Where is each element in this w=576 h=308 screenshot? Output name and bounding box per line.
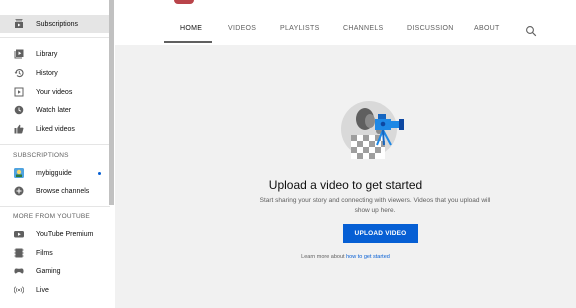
sidebar-item-label: Your videos — [36, 88, 73, 96]
upload-illustration — [339, 97, 419, 167]
new-content-dot — [98, 171, 101, 175]
sidebar-item-label: Liked videos — [36, 125, 75, 133]
tab-discussion[interactable]: DISCUSSION — [407, 25, 454, 32]
subscriptions-heading: SUBSCRIPTIONS — [13, 152, 69, 159]
tab-playlists[interactable]: PLAYLISTS — [280, 25, 320, 32]
thumbs-up-icon — [14, 124, 24, 134]
sidebar-scrollbar[interactable] — [109, 0, 114, 205]
tab-home[interactable]: HOME — [180, 25, 202, 32]
active-tab-indicator — [164, 41, 212, 43]
gaming-icon — [14, 266, 24, 276]
sidebar-item-films[interactable]: Films — [0, 244, 110, 262]
sidebar-item-label: mybigguide — [36, 169, 72, 177]
tab-channels[interactable]: CHANNELS — [343, 25, 384, 32]
sidebar-item-browse-channels[interactable]: Browse channels — [0, 182, 110, 200]
sidebar: Subscriptions Library History Your video… — [0, 0, 110, 308]
subscriptions-icon — [14, 19, 24, 29]
channel-avatar-edge — [174, 0, 194, 4]
add-circle-icon — [14, 186, 24, 196]
sidebar-item-label: Watch later — [36, 106, 72, 114]
sidebar-item-subscriptions[interactable]: Subscriptions — [0, 15, 110, 33]
tab-videos[interactable]: VIDEOS — [228, 25, 256, 32]
watch-later-icon — [14, 105, 24, 115]
sidebar-item-library[interactable]: Library — [0, 45, 110, 63]
tab-about[interactable]: ABOUT — [474, 25, 500, 32]
sidebar-item-label: Films — [36, 249, 53, 257]
sidebar-item-label: Live — [36, 286, 49, 294]
your-videos-icon — [14, 87, 24, 97]
learn-more-prefix: Learn more about — [301, 254, 345, 260]
sidebar-item-label: History — [36, 69, 58, 77]
channel-content-area — [115, 45, 576, 308]
sidebar-divider — [0, 144, 110, 145]
sidebar-item-label: Browse channels — [36, 187, 90, 195]
sidebar-item-label: Gaming — [36, 267, 61, 275]
sidebar-item-your-videos[interactable]: Your videos — [0, 83, 110, 101]
sidebar-item-watch-later[interactable]: Watch later — [0, 101, 110, 119]
sidebar-item-history[interactable]: History — [0, 64, 110, 82]
live-icon — [14, 285, 24, 295]
channel-tab-bar — [115, 0, 576, 45]
more-from-youtube-heading: MORE FROM YOUTUBE — [13, 213, 90, 220]
sidebar-item-mybigguide[interactable]: mybigguide — [0, 164, 110, 182]
sidebar-divider — [0, 37, 110, 38]
sidebar-item-youtube-premium[interactable]: YouTube Premium — [0, 225, 110, 243]
sidebar-item-live[interactable]: Live — [0, 281, 110, 299]
sidebar-item-label: YouTube Premium — [36, 230, 94, 238]
history-icon — [14, 68, 24, 78]
sidebar-divider — [0, 206, 110, 207]
sidebar-item-label: Library — [36, 50, 58, 58]
how-to-get-started-link[interactable]: how to get started — [346, 254, 390, 260]
sidebar-item-label: Subscriptions — [36, 20, 79, 28]
learn-more-text: Learn more about how to get started — [115, 254, 576, 260]
library-icon — [14, 49, 24, 59]
sidebar-item-liked-videos[interactable]: Liked videos — [0, 120, 110, 138]
youtube-icon — [14, 229, 24, 239]
film-icon — [14, 248, 24, 258]
upload-video-button[interactable]: UPLOAD VIDEO — [343, 224, 418, 243]
empty-state-title: Upload a video to get started — [268, 178, 423, 192]
search-icon[interactable] — [525, 24, 537, 37]
empty-state-description: Start sharing your story and connecting … — [259, 197, 491, 214]
channel-avatar — [14, 168, 24, 178]
sidebar-item-gaming[interactable]: Gaming — [0, 262, 110, 280]
